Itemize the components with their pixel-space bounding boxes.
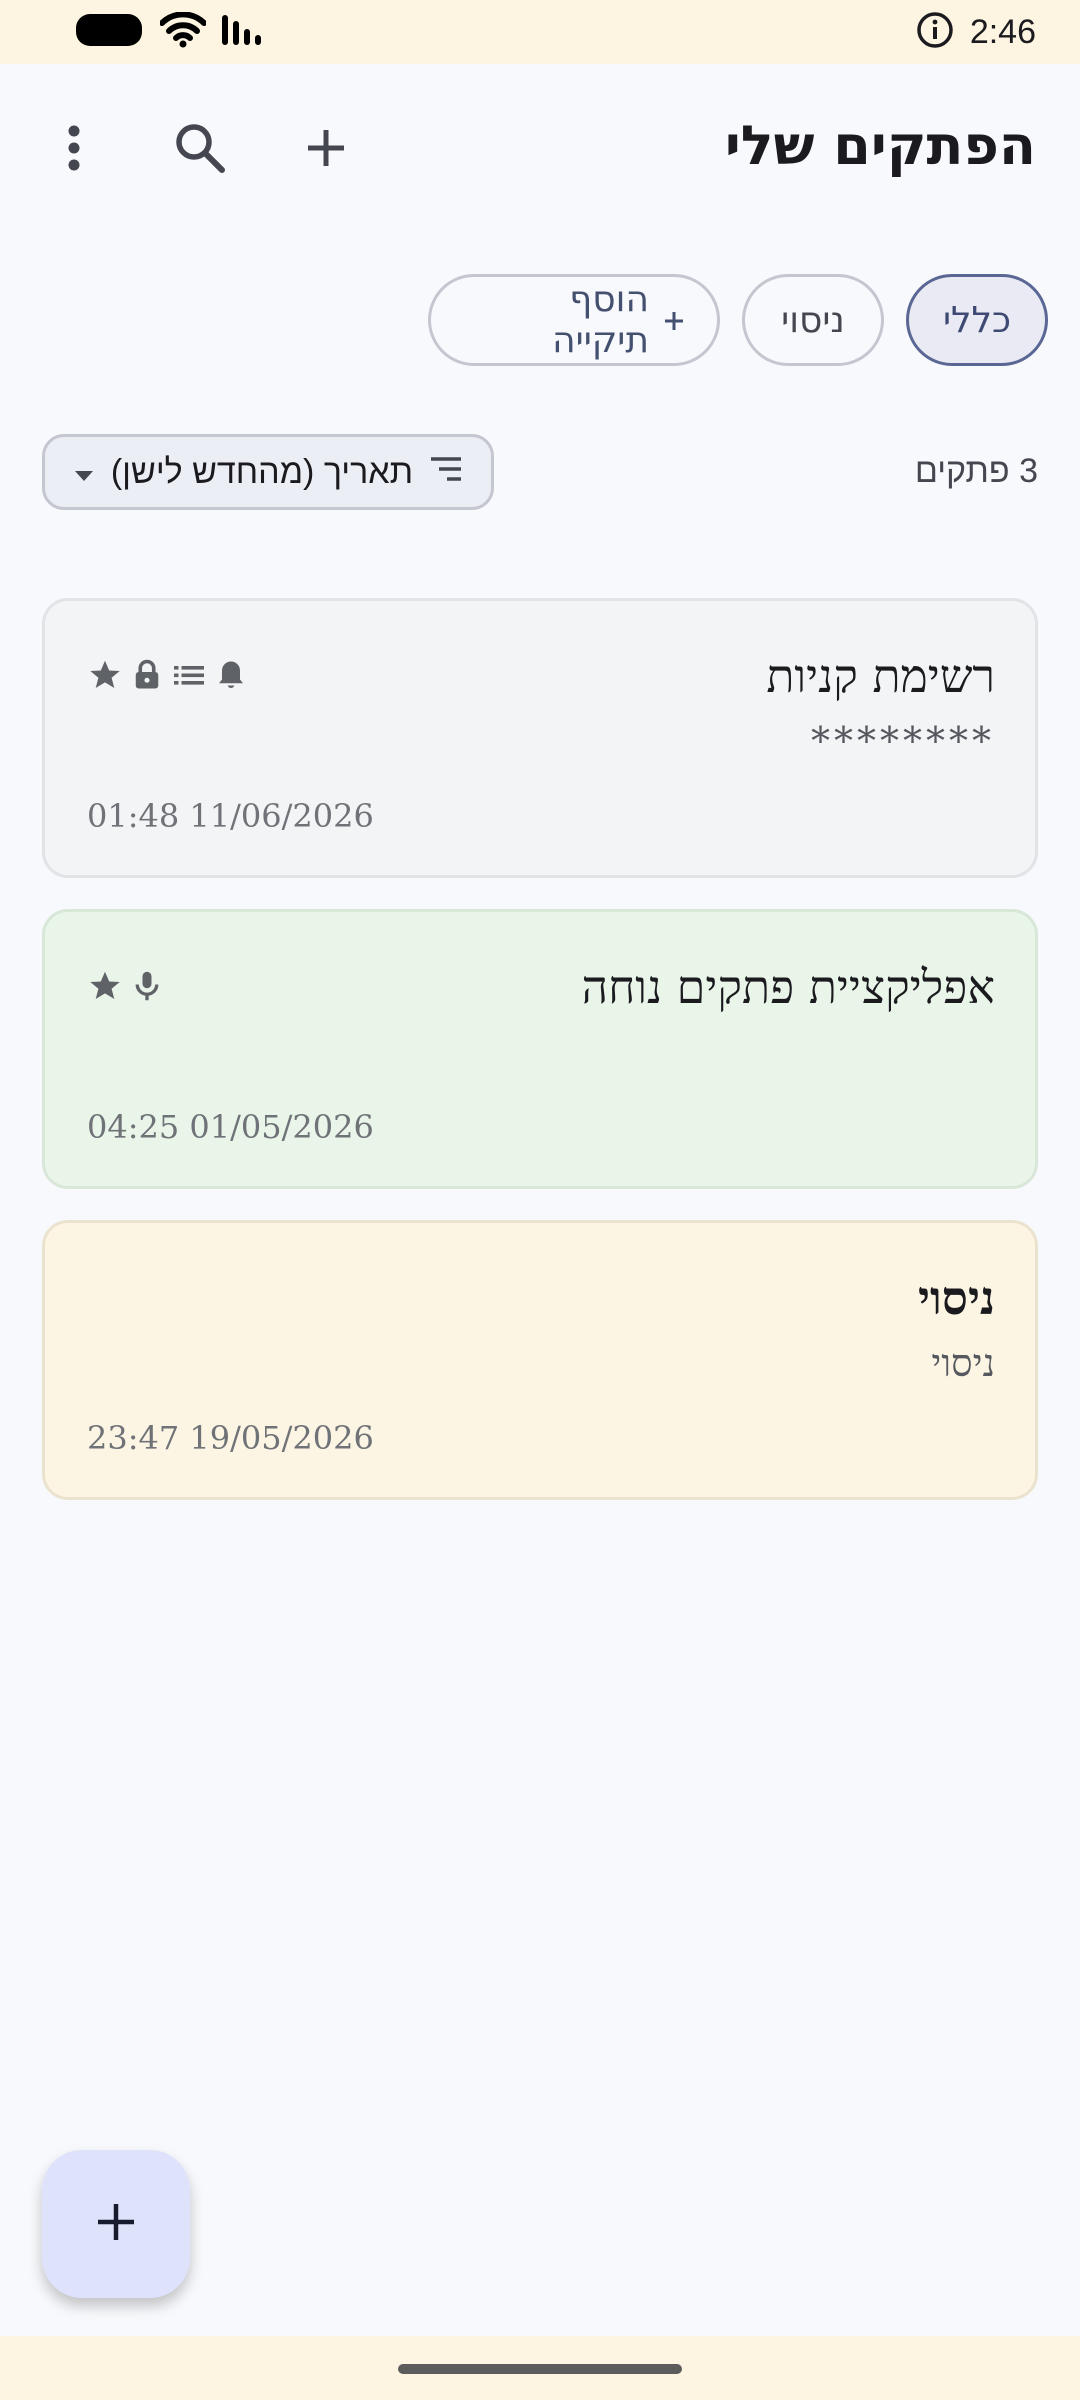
folder-chip-test[interactable]: ניסוי [742,274,884,366]
add-folder-label: הוסף תיקייה [552,279,649,361]
folder-chips: כללי ניסוי הוסף תיקייה [428,274,1048,366]
plus-icon [663,300,685,341]
note-date: 01:48 11/06/2026 [87,797,374,835]
list-icon [171,657,207,697]
search-icon [174,122,226,178]
status-icons-left [74,11,268,52]
battery-icon [74,12,146,52]
more-options-button[interactable] [24,100,124,200]
note-date: 23:47 19/05/2026 [87,1419,374,1457]
note-card-shopping[interactable]: רשימת קניות ******** 01:48 11/06/2026 [42,598,1038,878]
status-time: 2:46 [969,12,1036,51]
folder-chip-general[interactable]: כללי [906,274,1048,366]
sort-row: 3 פתקים תאריך (מהחדש לישן) [0,434,1080,510]
star-icon [87,968,123,1008]
note-body: ניסוי [931,1341,995,1385]
wifi-icon [159,11,207,52]
add-icon [304,126,348,174]
folder-chip-label: כללי [943,299,1012,341]
add-note-fab[interactable] [42,2150,190,2298]
add-icon [94,2200,138,2248]
note-date: 04:25 01/05/2026 [87,1108,374,1146]
folder-chip-label: ניסוי [781,299,845,341]
status-bar: 2:46 [0,0,1080,64]
info-icon [916,11,954,53]
note-card-test[interactable]: ניסוי ניסוי 23:47 19/05/2026 [42,1220,1038,1500]
note-title: אפליקציית פתקים נוחה [581,960,995,1014]
sort-dropdown[interactable]: תאריך (מהחדש לישן) [42,434,494,510]
note-title: ניסוי [917,1271,995,1325]
note-card-app[interactable]: אפליקציית פתקים נוחה 04:25 01/05/2026 [42,909,1038,1189]
note-title: רשימת קניות [766,649,995,703]
add-folder-chip[interactable]: הוסף תיקייה [428,274,720,366]
sort-label: תאריך (מהחדש לישן) [110,452,414,491]
add-note-button[interactable] [276,100,376,200]
status-icons-right: 2:46 [916,11,1036,53]
notes-count: 3 פתקים [914,452,1038,490]
bell-icon [213,657,249,697]
note-body: ******** [811,719,995,763]
dropdown-arrow-icon [73,453,95,492]
sort-icon [429,453,463,492]
more-vert-icon [67,124,81,176]
home-gesture-handle[interactable] [398,2364,682,2374]
lock-icon [129,657,165,697]
mic-icon [129,968,165,1008]
note-icons [87,657,249,697]
navigation-bar [0,2336,1080,2400]
note-icons [87,968,165,1008]
search-button[interactable] [150,100,250,200]
star-icon [87,657,123,697]
page-title: הפתקים שלי [724,114,1036,177]
signal-icon [220,13,268,51]
app-bar: הפתקים שלי [0,90,1080,210]
